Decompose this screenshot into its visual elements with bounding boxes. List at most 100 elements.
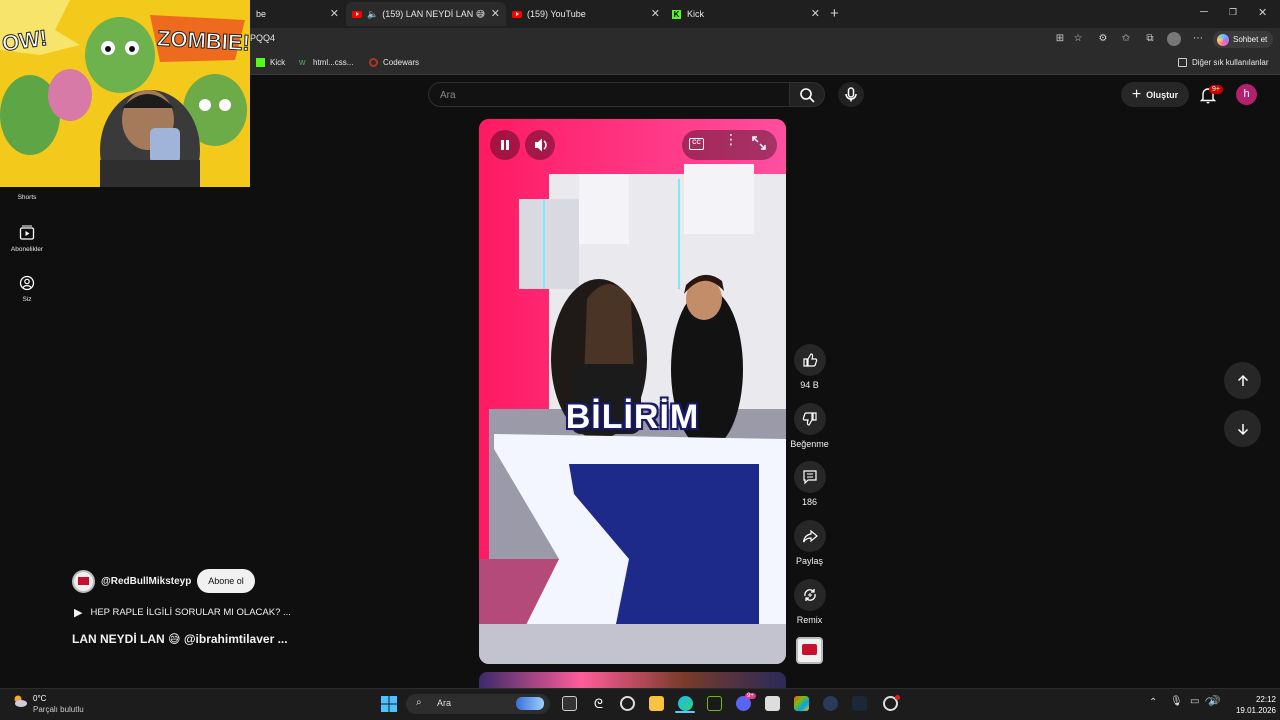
close-window-icon[interactable]: ✕ — [1258, 6, 1267, 19]
music-title: HEP RAPLE İLGİLİ SORULAR MI OLACAK? ... — [90, 607, 291, 618]
channel-avatar[interactable] — [72, 570, 95, 593]
mic-icon — [845, 87, 857, 102]
apps-icon[interactable]: ⊞ — [1053, 32, 1067, 46]
close-tab-icon[interactable]: ✕ — [491, 7, 500, 20]
search-button[interactable] — [789, 82, 825, 107]
you-icon — [19, 275, 35, 291]
previous-short-button[interactable] — [1224, 362, 1261, 399]
volume-icon — [535, 138, 547, 152]
webcam-overlay: OW! ZOMBIE! — [0, 0, 250, 187]
more-options-icon[interactable]: ⋮ — [724, 132, 738, 146]
tab-youtube-1[interactable]: be ✕ — [250, 2, 345, 26]
remix-button[interactable]: Remix — [792, 579, 827, 625]
copilot-taskbar-icon[interactable]: ᘓ — [591, 696, 606, 711]
url-field[interactable]: PQQ4 — [250, 33, 275, 43]
close-tab-icon[interactable]: ✕ — [811, 7, 820, 20]
more-menu-icon[interactable]: ⋯ — [1191, 32, 1205, 46]
extensions-icon[interactable]: ⚙ — [1096, 32, 1110, 46]
taskbar — [0, 688, 1280, 720]
file-explorer-icon[interactable] — [649, 696, 664, 711]
fullscreen-icon[interactable] — [752, 136, 766, 155]
star-icon[interactable]: ☆ — [1071, 32, 1085, 46]
bookmark-codewars[interactable]: Codewars — [369, 58, 419, 67]
subscribe-button[interactable]: Abone ol — [197, 569, 255, 593]
tab-kick[interactable]: K Kick ✕ — [666, 2, 826, 26]
thumbs-up-icon — [802, 353, 817, 367]
youtube-favicon-icon — [512, 10, 522, 18]
other-bookmarks[interactable]: Diğer sık kullanılanlar — [1178, 58, 1268, 67]
volume-button[interactable] — [525, 130, 555, 160]
share-button[interactable]: Paylaş — [792, 520, 827, 566]
music-info[interactable]: ▶ HEP RAPLE İLGİLİ SORULAR MI OLACAK? ..… — [74, 606, 291, 619]
volume-tray-icon[interactable]: 🔊 — [1208, 696, 1220, 707]
nvidia-icon[interactable] — [707, 696, 722, 711]
thumbs-down-icon — [802, 412, 817, 426]
sidebar-item-subscriptions[interactable]: Abonelikler — [0, 225, 54, 253]
bookmark-kick[interactable]: Kick — [256, 58, 285, 67]
tab-lan-neydi-lan[interactable]: 🔈 (159) LAN NEYDİ LAN 😅 @ib ✕ — [346, 2, 506, 26]
comment-icon — [802, 470, 817, 485]
voice-search-button[interactable] — [838, 82, 864, 107]
edge-icon[interactable] — [678, 696, 693, 711]
bookmark-label: Kick — [270, 58, 286, 67]
recording-dot — [895, 695, 900, 700]
copilot-label: Sohbet et — [1233, 35, 1268, 44]
next-short-button[interactable] — [1224, 410, 1261, 447]
comments-button[interactable]: 186 — [792, 461, 827, 507]
notepad-icon[interactable] — [765, 696, 780, 711]
search-input[interactable]: Ara — [428, 82, 790, 107]
short-video-player[interactable]: CC ⋮ — [479, 119, 786, 664]
steam-icon[interactable] — [852, 696, 867, 711]
chevron-up-icon[interactable]: ⌃ — [1149, 697, 1157, 708]
sidebar-item-you[interactable]: Siz — [0, 275, 54, 303]
subscriptions-icon — [19, 225, 35, 240]
copilot-icon — [1217, 33, 1229, 46]
weather-description[interactable]: Parçalı bulutlu — [33, 705, 84, 714]
speaker-icon[interactable]: 🔈 — [367, 9, 378, 20]
video-caption: BİLİRİM — [565, 398, 700, 436]
user-avatar[interactable]: h — [1236, 84, 1257, 105]
clock[interactable]: 22:12 19.01.2026 — [1222, 694, 1276, 716]
overlay-text-right: ZOMBIE! — [156, 25, 250, 56]
weather-icon[interactable] — [12, 694, 28, 708]
bookmark-label: html...css... — [313, 58, 354, 67]
kick-favicon-icon — [256, 58, 265, 67]
close-tab-icon[interactable]: ✕ — [330, 7, 339, 20]
video-title[interactable]: LAN NEYDİ LAN 😅 @ibrahimtilaver ... — [72, 632, 288, 646]
arrow-up-icon — [1237, 374, 1248, 386]
windows-icon — [381, 696, 397, 712]
favorites-icon[interactable]: ✩ — [1119, 32, 1133, 46]
pause-button[interactable] — [490, 130, 520, 160]
chatgpt-icon[interactable] — [620, 696, 635, 711]
taskbar-search-label: Ara — [437, 698, 452, 708]
minimize-icon[interactable]: ─ — [1200, 6, 1208, 18]
mic-tray-icon[interactable]: 🎙 — [1170, 696, 1183, 707]
redbull-logo-icon — [802, 644, 817, 655]
game-icon[interactable] — [823, 696, 838, 711]
display-icon[interactable]: ▭ — [1190, 696, 1199, 707]
like-button[interactable]: 94 B — [792, 344, 827, 390]
copilot-button[interactable]: Sohbet et — [1213, 31, 1273, 48]
tab-youtube-home[interactable]: (159) YouTube ✕ — [506, 2, 666, 26]
tab-label: be — [256, 9, 267, 19]
create-button[interactable]: + Oluştur — [1121, 82, 1189, 107]
weather-temperature[interactable]: 0°C — [33, 694, 46, 703]
profile-avatar[interactable] — [1167, 32, 1181, 46]
channel-name[interactable]: @RedBullMiksteyp — [101, 576, 191, 587]
captions-icon[interactable]: CC — [689, 138, 704, 150]
expand-arrows-icon — [752, 136, 766, 150]
taskbar-search[interactable]: ⌕ Ara — [406, 694, 550, 714]
new-tab-icon[interactable]: + — [830, 5, 839, 22]
dislike-button[interactable]: Beğenme — [790, 403, 829, 449]
close-tab-icon[interactable]: ✕ — [651, 7, 660, 20]
task-view-icon[interactable] — [562, 696, 577, 711]
restore-icon[interactable]: ❐ — [1229, 7, 1237, 18]
arrow-down-icon — [1237, 423, 1248, 435]
bookmark-html-css[interactable]: w html...css... — [299, 58, 354, 68]
collections-icon[interactable]: ⧉ — [1143, 32, 1157, 46]
start-button[interactable] — [381, 696, 397, 712]
sound-thumbnail[interactable] — [796, 637, 823, 664]
youtube-favicon-icon — [352, 10, 362, 18]
video-frame — [479, 119, 786, 664]
office-icon[interactable] — [794, 696, 809, 711]
